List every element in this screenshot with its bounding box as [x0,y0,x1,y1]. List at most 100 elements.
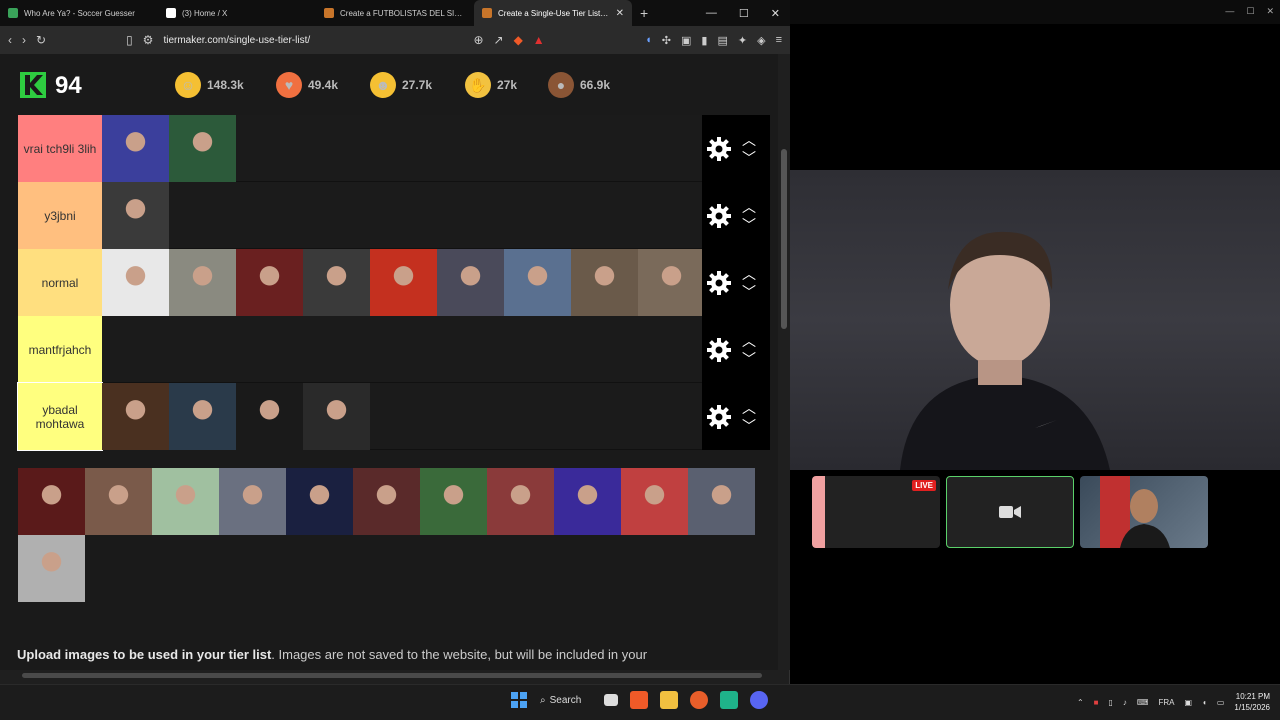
move-tier-down-icon[interactable]: ﹀ [742,419,756,433]
tier-settings-gear-icon[interactable] [706,203,732,229]
tier-settings-gear-icon[interactable] [706,136,732,162]
pool-item-thumbnail[interactable] [85,468,152,535]
tier-items[interactable] [102,115,236,182]
url-field[interactable]: tiermaker.com/single-use-tier-list/ [163,35,463,46]
tier-item-thumbnail[interactable] [638,249,705,316]
move-tier-up-icon[interactable]: ︿ [742,267,756,281]
close-window-icon[interactable]: ✕ [771,7,780,20]
move-tier-up-icon[interactable]: ︿ [742,334,756,348]
pool-item-thumbnail[interactable] [420,468,487,535]
move-tier-down-icon[interactable]: ﹀ [742,285,756,299]
pool-item-thumbnail[interactable] [688,468,755,535]
forward-icon[interactable]: › [22,33,26,47]
tier-label[interactable]: vrai tch9li 3lih [18,115,102,182]
usb-icon[interactable]: ▯ [1108,698,1112,707]
move-tier-up-icon[interactable]: ︿ [742,401,756,415]
move-tier-down-icon[interactable]: ﹀ [742,218,756,232]
vertical-scroll-thumb[interactable] [781,149,787,329]
battery-icon[interactable]: ▭ [1217,698,1225,707]
tier-item-thumbnail[interactable] [169,383,236,450]
browser-tab[interactable]: Who Are Ya? - Soccer Guesser [0,0,158,26]
participant-camera-off[interactable] [946,476,1074,548]
tier-item-thumbnail[interactable] [102,383,169,450]
pool-item-thumbnail[interactable] [18,468,85,535]
reaction-button[interactable]: ● 66.9k [548,72,610,98]
reaction-button[interactable]: ☻ 27.7k [370,72,432,98]
browser-tab[interactable]: Create a FUTBOLISTAS DEL SIGLO [316,0,474,26]
tier-item-thumbnail[interactable] [236,383,303,450]
windows-start-icon[interactable] [510,691,528,709]
file-explorer-icon[interactable] [660,691,678,709]
pool-item-thumbnail[interactable] [621,468,688,535]
new-tab-button[interactable]: + [632,5,656,21]
share-icon[interactable]: ↗ [494,33,504,47]
tier-label[interactable]: y3jbni [18,182,102,249]
reaction-button[interactable]: ☺ 148.3k [175,72,244,98]
task-view-icon[interactable] [604,694,618,706]
tier-items[interactable] [102,182,169,249]
bookmark-icon[interactable]: ▯ [126,33,133,47]
tier-item-thumbnail[interactable] [303,249,370,316]
tier-label[interactable]: ybadal mohtawa [17,382,103,451]
microphone-icon[interactable]: ♪ [1123,698,1127,707]
pool-item-thumbnail[interactable] [353,468,420,535]
screenshot-icon[interactable]: ▣ [681,34,691,47]
vertical-scrollbar[interactable] [778,54,790,670]
horizontal-scrollbar[interactable] [8,670,778,680]
move-tier-down-icon[interactable]: ﹀ [742,151,756,165]
pool-item-thumbnail[interactable] [554,468,621,535]
tier-item-thumbnail[interactable] [102,182,169,249]
pool-item-thumbnail[interactable] [219,468,286,535]
tier-label[interactable]: mantfrjahch [18,316,102,383]
move-tier-down-icon[interactable]: ﹀ [742,352,756,366]
discord-icon[interactable] [750,691,768,709]
keyboard-icon[interactable]: ⌨ [1137,698,1149,707]
participant-webcam[interactable] [1080,476,1208,548]
pool-item-thumbnail[interactable] [286,468,353,535]
network-icon[interactable]: ▣ [1184,698,1192,707]
call-close-icon[interactable]: ✕ [1266,6,1274,17]
brave-shields-icon[interactable]: ◆ [514,33,523,47]
horizontal-scroll-thumb[interactable] [22,673,762,678]
language-indicator[interactable]: FRA [1158,698,1174,707]
tier-item-thumbnail[interactable] [102,115,169,182]
browser-tab[interactable]: (3) Home / X [158,0,316,26]
firefox-icon[interactable] [690,691,708,709]
tray-app-icon[interactable]: ■ [1094,698,1099,707]
tier-item-thumbnail[interactable] [303,383,370,450]
vpn-icon[interactable]: ◈ [757,34,765,47]
close-tab-icon[interactable]: ✕ [616,8,624,19]
app-green-icon[interactable] [720,691,738,709]
reload-icon[interactable]: ↻ [36,33,46,47]
tier-item-thumbnail[interactable] [169,115,236,182]
tier-item-thumbnail[interactable] [504,249,571,316]
tier-item-thumbnail[interactable] [437,249,504,316]
tier-item-thumbnail[interactable] [236,249,303,316]
clock[interactable]: 10:21 PM 1/15/2026 [1234,691,1270,713]
tray-expand-icon[interactable]: ⌃ [1077,698,1084,707]
tier-label[interactable]: normal [18,249,102,316]
tier-items[interactable] [102,249,705,316]
reaction-button[interactable]: ♥ 49.4k [276,72,338,98]
tier-item-thumbnail[interactable] [370,249,437,316]
taskbar-search[interactable]: ⌕ Search [540,695,592,706]
move-tier-up-icon[interactable]: ︿ [742,133,756,147]
sidebar-icon[interactable]: ▮ [701,34,707,47]
call-maximize-icon[interactable]: ☐ [1246,6,1254,17]
pool-item-thumbnail[interactable] [18,535,85,602]
site-info-icon[interactable]: ⚙ [143,33,154,47]
zoom-icon[interactable]: ⊕ [473,33,483,47]
back-icon[interactable]: ‹ [8,33,12,47]
tier-items[interactable] [102,383,370,450]
participant-tierlist-screen[interactable]: LIVE [812,476,940,548]
tier-item-thumbnail[interactable] [169,249,236,316]
rewards-icon[interactable]: ▲ [533,33,545,47]
call-minimize-icon[interactable]: — [1225,6,1234,17]
leo-icon[interactable]: ✦ [738,34,747,47]
audio-icon[interactable]: ◖ [645,34,652,47]
pool-item-thumbnail[interactable] [152,468,219,535]
brave-browser-icon[interactable] [630,691,648,709]
minimize-icon[interactable]: — [706,7,717,20]
maximize-icon[interactable]: ☐ [739,7,749,20]
tier-item-thumbnail[interactable] [571,249,638,316]
